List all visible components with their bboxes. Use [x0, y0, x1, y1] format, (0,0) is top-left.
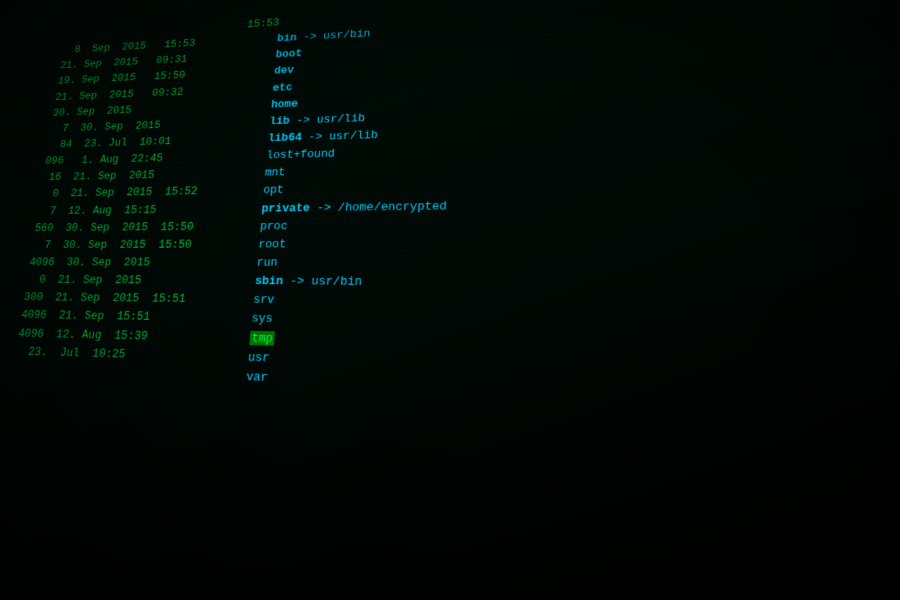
file-name: opt [262, 182, 284, 200]
file-name-text: mnt [264, 166, 285, 179]
file-meta: 560 30. Sep 2015 15:50 [28, 218, 261, 237]
file-name-text: private [261, 201, 310, 215]
file-name: usr [247, 348, 270, 368]
terminal-window: 15:53 8 Sep 2015 15:53 bin -> usr/bin 21… [0, 0, 900, 600]
file-name-text: proc [259, 219, 288, 233]
arrow-icon: -> [296, 113, 317, 126]
file-name-text: usr [247, 350, 270, 365]
file-name-text: lib64 [267, 131, 302, 145]
file-meta: 4096 30. Sep 2015 [22, 254, 257, 272]
file-name: lost+found [266, 145, 336, 164]
file-name: dev [273, 62, 294, 79]
file-name: proc [259, 217, 288, 235]
file-name-text: opt [263, 183, 285, 197]
file-meta: 7 12. Aug 15:15 [30, 200, 262, 220]
file-name: root [258, 235, 287, 253]
file-name: home [270, 95, 298, 113]
file-name: lib64 -> usr/lib [267, 127, 378, 148]
file-name-text: etc [272, 81, 293, 94]
link-target: usr/lib [316, 111, 365, 125]
link-target: usr/bin [323, 27, 371, 42]
file-name: run [256, 254, 278, 273]
file-name-text: srv [253, 293, 275, 307]
file-name-text: sbin [254, 274, 283, 288]
file-name: mnt [264, 164, 286, 182]
file-name: srv [252, 291, 275, 310]
arrow-icon: -> [289, 274, 311, 288]
file-name: tmp [249, 329, 276, 349]
arrow-icon: -> [303, 30, 324, 43]
file-name: etc [272, 79, 293, 96]
file-name: sys [251, 310, 274, 329]
link-target: usr/bin [311, 274, 363, 288]
file-name: var [245, 367, 268, 387]
file-name-text: sys [251, 311, 273, 326]
file-name-text: bin [277, 31, 298, 44]
file-name-text-highlighted: tmp [249, 331, 275, 346]
file-name-text: var [246, 369, 269, 384]
file-name: private -> /home/encrypted [261, 197, 447, 218]
file-meta: 7 30. Sep 2015 15:50 [25, 236, 259, 254]
link-target: /home/encrypted [338, 199, 448, 214]
file-name: sbin -> usr/bin [254, 272, 362, 292]
file-name: boot [275, 46, 303, 64]
file-name-text: dev [274, 64, 295, 77]
file-name-text: lost+found [266, 147, 335, 162]
arrow-icon: -> [308, 130, 330, 144]
file-name-text: home [271, 97, 299, 111]
terminal-content: 15:53 8 Sep 2015 15:53 bin -> usr/bin 21… [0, 0, 900, 600]
file-meta: 0 21. Sep 2015 [19, 271, 256, 291]
file-name-text: root [258, 237, 287, 251]
arrow-icon: -> [316, 200, 338, 214]
file-name-text: run [256, 256, 278, 270]
file-name-text: lib [269, 114, 290, 127]
file-name-text: boot [275, 47, 302, 60]
link-target: usr/lib [329, 128, 379, 142]
